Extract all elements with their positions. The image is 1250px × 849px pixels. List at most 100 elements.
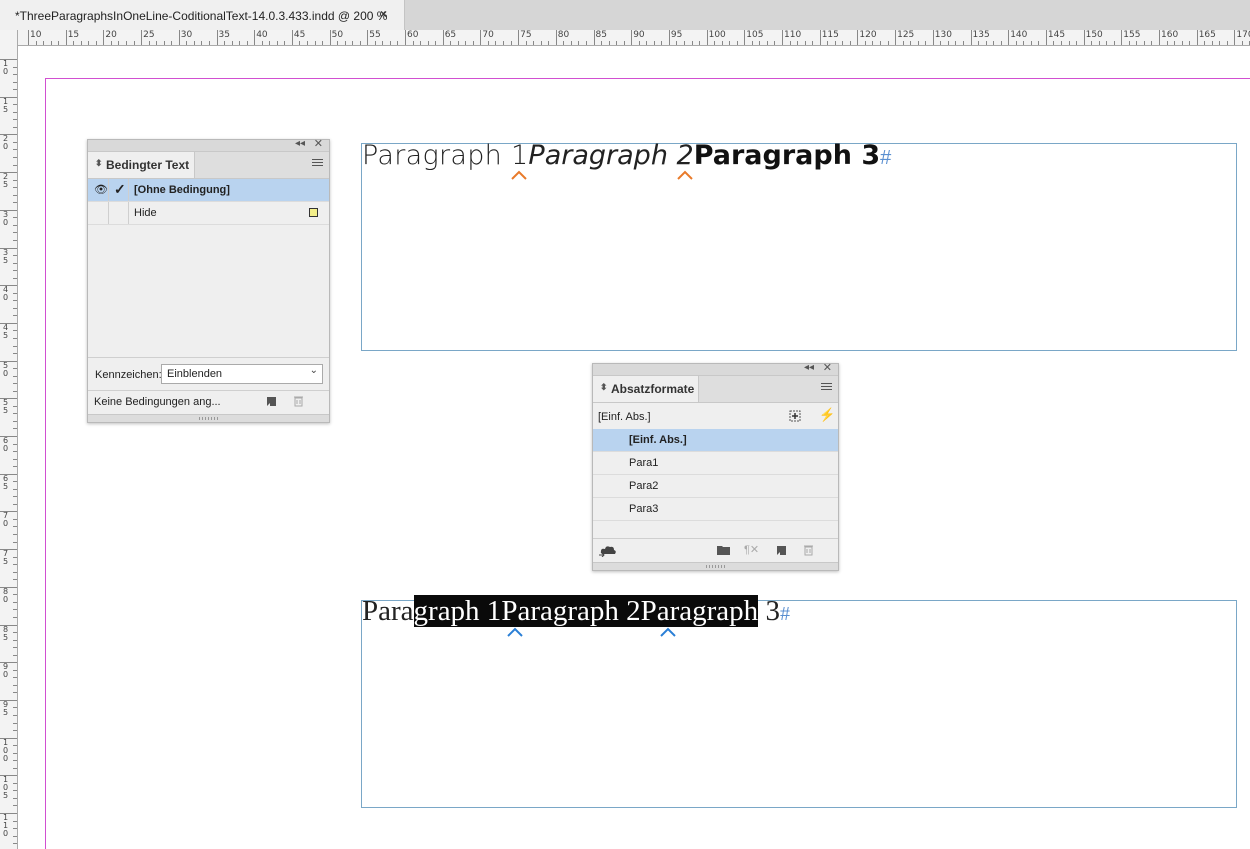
text-frame-1[interactable]: Paragraph 1Paragraph 2Paragraph 3# — [361, 140, 1237, 351]
paragraph-1-text[interactable]: Paragraph 1 — [362, 140, 528, 171]
ruler-minor-tick — [925, 41, 927, 45]
ruler-minor-tick — [1030, 41, 1032, 45]
style-row[interactable]: Para3 — [593, 498, 838, 521]
ruler-minor-tick — [13, 187, 17, 189]
collapse-icon[interactable]: ◂◂ — [295, 138, 305, 149]
tab-paragraph-styles[interactable]: ⬍ Absatzformate — [593, 376, 699, 402]
ruler-label: 30 — [3, 209, 9, 227]
ruler-minor-tick — [759, 41, 761, 45]
paragraph-3-text[interactable]: Paragraph 3 — [694, 140, 880, 171]
document-tab-bar: *ThreeParagraphsInOneLine-CoditionalText… — [0, 0, 1250, 31]
expand-arrows-icon[interactable]: ⬍ — [95, 158, 103, 169]
ruler-minor-tick — [872, 41, 874, 45]
clear-overrides-icon[interactable]: ¶✕ — [744, 543, 759, 556]
style-label: Para1 — [629, 457, 659, 469]
ruler-tick — [178, 30, 180, 45]
ruler-minor-tick — [653, 41, 655, 45]
ruler-minor-tick — [13, 420, 17, 422]
style-row[interactable]: [Einf. Abs.] — [593, 429, 838, 452]
collapse-icon[interactable]: ◂◂ — [804, 362, 814, 373]
ruler-tick — [1196, 30, 1198, 45]
ruler-minor-tick — [849, 41, 851, 45]
frame-1-line[interactable]: Paragraph 1Paragraph 2Paragraph 3# — [362, 140, 891, 171]
trash-icon[interactable] — [293, 395, 304, 407]
checkmark-icon[interactable]: ✓ — [114, 181, 126, 198]
ruler-label: 90 — [3, 662, 9, 680]
lightning-icon[interactable]: ⚡ — [819, 407, 835, 423]
style-row[interactable]: Para2 — [593, 475, 838, 498]
close-icon[interactable]: ✕ — [823, 361, 832, 374]
ruler-minor-tick — [13, 647, 17, 649]
ruler-minor-tick — [13, 828, 17, 830]
close-icon[interactable]: × — [380, 7, 387, 21]
document-tab[interactable]: *ThreeParagraphsInOneLine-CoditionalText… — [0, 0, 405, 30]
create-style-from-selection-icon[interactable] — [789, 410, 801, 422]
folder-icon[interactable] — [717, 545, 730, 555]
ruler-minor-tick — [126, 41, 128, 45]
trash-icon[interactable] — [803, 544, 814, 556]
ruler-minor-tick — [1106, 41, 1108, 45]
expand-arrows-icon[interactable]: ⬍ — [600, 382, 608, 393]
new-style-icon[interactable] — [776, 545, 787, 556]
ruler-minor-tick — [721, 41, 723, 45]
condition-row[interactable]: 👁 ✓ [Ohne Bedingung] — [88, 179, 329, 202]
selected-paragraph-2-text[interactable]: Paragraph 2 — [501, 595, 641, 627]
resize-grip[interactable] — [88, 414, 329, 422]
panel-menu-icon[interactable] — [821, 383, 832, 392]
ruler-label: 15 — [3, 96, 9, 114]
cloud-library-icon[interactable] — [598, 544, 618, 557]
ruler-minor-tick — [95, 41, 97, 45]
paragraph-1-start[interactable]: Para — [362, 595, 414, 627]
ruler-minor-tick — [13, 481, 17, 483]
ruler-minor-tick — [1181, 41, 1183, 45]
tab-conditional-text[interactable]: ⬍ Bedingter Text — [88, 152, 195, 178]
ruler-minor-tick — [563, 41, 565, 45]
selected-paragraph-3-text[interactable]: Paragraph — [640, 595, 759, 627]
paragraph-break-marker-icon — [507, 627, 523, 637]
text-frame-2[interactable]: Paragraph 1Paragraph 2Paragraph 3# — [361, 595, 1237, 808]
ruler-minor-tick — [714, 41, 716, 45]
panel-menu-icon[interactable] — [312, 159, 323, 168]
ruler-minor-tick — [1219, 41, 1221, 45]
frame-2-line[interactable]: Paragraph 1Paragraph 2Paragraph 3# — [362, 595, 790, 628]
ruler-label: 150 — [1085, 30, 1103, 40]
ruler-tick — [103, 30, 105, 45]
ruler-minor-tick — [13, 760, 17, 762]
paragraph-3-end[interactable]: 3 — [758, 595, 780, 627]
selected-paragraph-1-text[interactable]: graph 1 — [413, 595, 502, 627]
resize-grip[interactable] — [593, 562, 838, 570]
ruler-origin[interactable] — [0, 30, 18, 46]
chevron-down-icon[interactable]: ⌄ — [310, 365, 318, 376]
ruler-minor-tick — [163, 41, 165, 45]
close-icon[interactable]: ✕ — [314, 137, 323, 150]
ruler-minor-tick — [269, 41, 271, 45]
panel-title-bar[interactable]: ◂◂ ✕ — [88, 137, 329, 152]
ruler-minor-tick — [985, 41, 987, 45]
panel-title-bar[interactable]: ◂◂ ✕ — [593, 361, 838, 376]
condition-row[interactable]: Hide — [88, 202, 329, 225]
ruler-minor-tick — [661, 41, 663, 45]
divider — [88, 357, 329, 358]
ruler-minor-tick — [1068, 41, 1070, 45]
ruler-minor-tick — [397, 41, 399, 45]
ruler-minor-tick — [13, 111, 17, 113]
ruler-minor-tick — [13, 797, 17, 799]
ruler-label: 95 — [670, 30, 683, 40]
ruler-minor-tick — [1143, 41, 1145, 45]
paragraph-2-text[interactable]: Paragraph 2 — [528, 140, 693, 171]
vertical-ruler[interactable]: 10 15 20 25 30 35 40 45 50 55 60 65 70 75 80 85 90 95 100 1… — [0, 45, 18, 849]
ruler-minor-tick — [503, 41, 505, 45]
eye-icon[interactable]: 👁 — [94, 183, 108, 196]
ruler-minor-tick — [548, 41, 550, 45]
style-row[interactable]: Para1 — [593, 452, 838, 475]
ruler-minor-tick — [13, 443, 17, 445]
indicator-select[interactable]: Einblenden ⌄ — [161, 364, 323, 384]
ruler-minor-tick — [208, 41, 210, 45]
new-condition-icon[interactable] — [266, 396, 277, 407]
ruler-label: 75 — [3, 549, 9, 567]
horizontal-ruler[interactable]: 10 15 20 25 30 35 40 45 50 55 60 65 70 75 80 85 90 95 100 1… — [18, 30, 1250, 46]
ruler-label: 80 — [557, 30, 570, 40]
ruler-minor-tick — [35, 41, 37, 45]
ruler-minor-tick — [864, 41, 866, 45]
ruler-minor-tick — [13, 451, 17, 453]
